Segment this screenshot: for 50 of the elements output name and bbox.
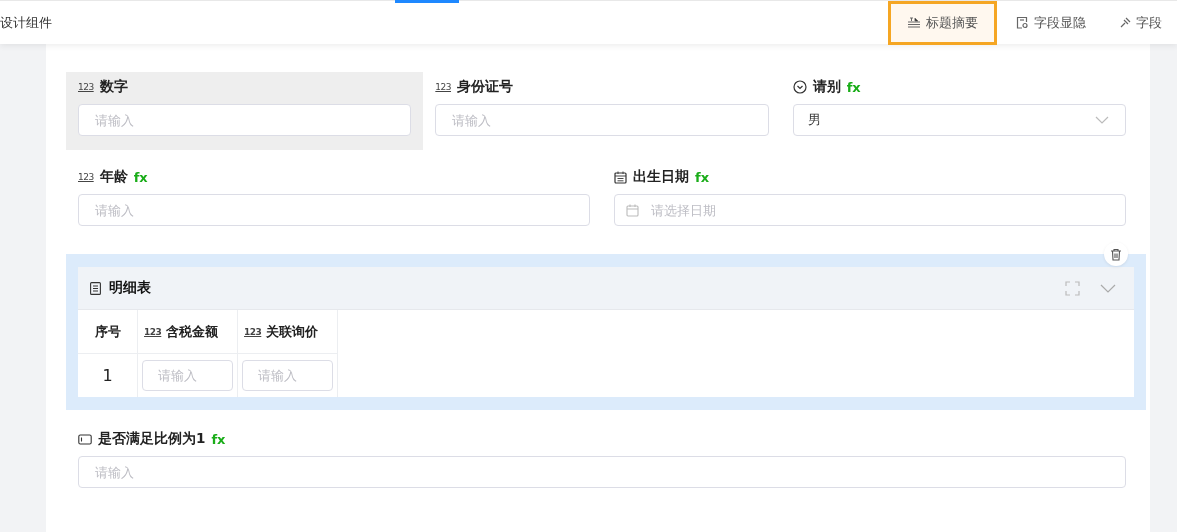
number-type-icon: 123 [435,82,451,92]
date-field[interactable]: 请选择日期 [614,194,1126,226]
form-field[interactable]: 出生日期 fx 请选择日期 [602,162,1138,240]
delete-button[interactable] [1104,242,1128,266]
cell-input[interactable]: 请输入 [242,360,333,391]
formula-mark: fx [695,169,710,185]
form-field[interactable]: 123 数字 请输入 [66,72,424,150]
input-field[interactable]: 请输入 [78,104,412,136]
field-label: 年龄 [99,168,128,186]
toolbar-button[interactable]: 字段 [1105,0,1177,45]
form-field[interactable]: 123 身份证号 请输入 [423,72,781,150]
number-type-icon: 123 [78,82,94,92]
document-icon [90,281,101,295]
input-field[interactable]: 请输入 [78,456,1126,488]
input-field[interactable]: 请输入 [78,194,590,226]
formula-mark: fx [211,431,226,447]
form-field[interactable]: 是否满足比例为1 fx 请输入 [66,424,1138,502]
field-visibility-icon [1016,16,1029,29]
form-field[interactable]: 请别 fx 男 [780,72,1138,150]
title-lines-icon [907,16,921,29]
trash-icon [1110,247,1122,261]
number-type-icon: 123 [78,172,94,182]
formula-mark: fx [133,169,148,185]
dropdown-circle-icon [792,80,807,94]
chevron-down-icon [1095,116,1109,124]
calendar-icon [614,170,627,184]
form-field[interactable]: 123 年龄 fx 请输入 [66,162,602,240]
input-field[interactable]: 请输入 [435,104,769,136]
toolbar-button[interactable]: 标题摘要 [888,0,997,45]
toolbar-button[interactable]: 字段显隐 [1001,0,1101,45]
column-header: 123 含税金额 [138,310,238,354]
column-header: 123 关联询价 [238,310,338,354]
pin-icon [1120,17,1131,28]
subtable-container[interactable]: 明细表 序号 123 含税金额 123 关联询价 1 请输入 请输入 [66,254,1146,410]
text-field-icon [78,433,92,445]
select-field[interactable]: 男 [792,104,1126,136]
cell-input[interactable]: 请输入 [142,360,233,391]
field-label: 数字 [99,78,128,96]
chevron-down-icon[interactable] [1100,283,1116,293]
row-number: 1 [78,354,138,397]
column-header: 序号 [78,310,138,354]
field-label: 出生日期 [633,168,689,186]
field-label: 是否满足比例为1 [98,430,206,448]
field-label: 身份证号 [457,78,513,96]
formula-mark: fx [846,79,861,95]
field-label: 请别 [812,78,841,96]
calendar-icon [626,204,639,217]
fullscreen-icon[interactable] [1065,280,1080,296]
header-title: 设计组件 [0,13,52,32]
table-title: 明细表 [109,279,151,297]
